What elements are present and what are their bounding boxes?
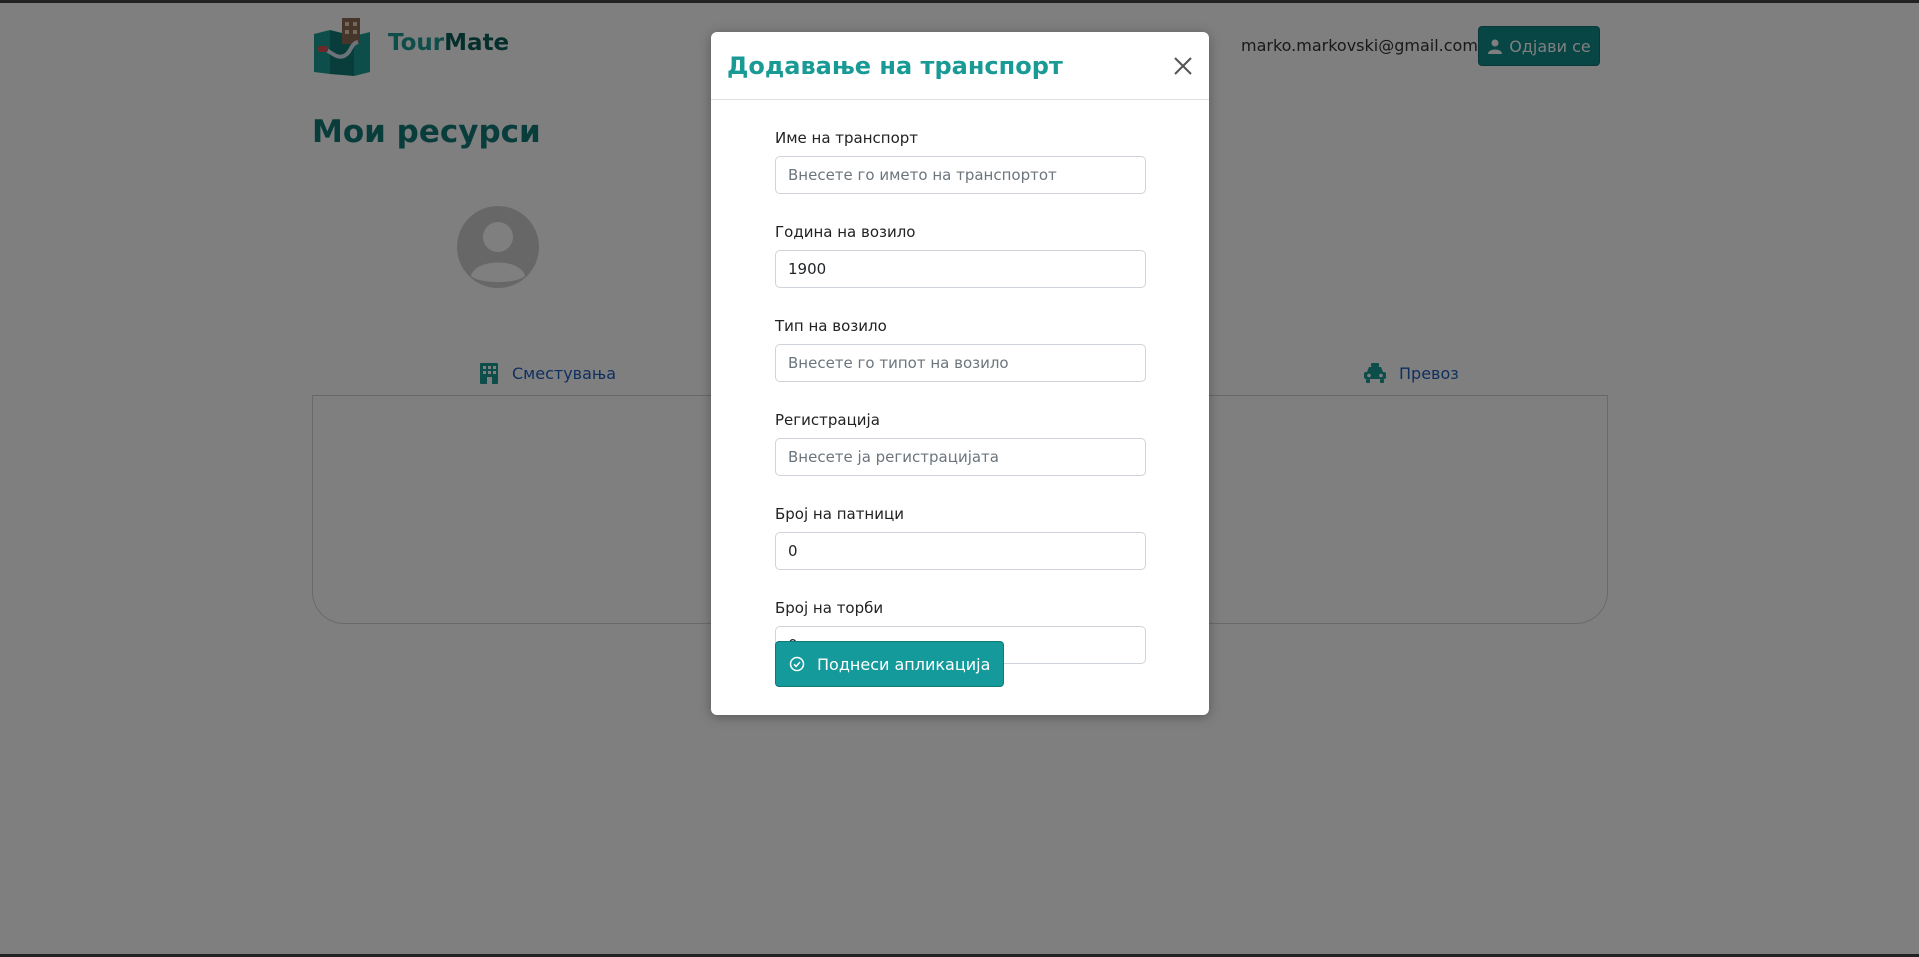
vehicle-year-label: Година на возило xyxy=(775,223,916,241)
field-registration: Регистрација xyxy=(775,410,1147,476)
field-vehicle-type: Тип на возило xyxy=(775,316,1147,382)
transport-name-input[interactable] xyxy=(775,156,1146,194)
registration-input[interactable] xyxy=(775,438,1146,476)
vehicle-type-input[interactable] xyxy=(775,344,1146,382)
submit-button[interactable]: Поднеси апликација xyxy=(775,641,1004,687)
field-transport-name: Име на транспорт xyxy=(775,128,1147,194)
passengers-input[interactable] xyxy=(775,532,1146,570)
modal-header: Додавање на транспорт xyxy=(711,32,1209,100)
field-passengers: Број на патници xyxy=(775,504,1147,570)
modal-title: Додавање на транспорт xyxy=(727,52,1063,80)
submit-label: Поднеси апликација xyxy=(817,654,991,674)
transport-form: Име на транспорт Година на возило Тип на… xyxy=(775,128,1147,664)
transport-name-label: Име на транспорт xyxy=(775,129,919,147)
passengers-label: Број на патници xyxy=(775,505,904,523)
page: TourMate marko.markovski@gmail.com Одјав… xyxy=(0,0,1919,957)
add-transport-modal: Додавање на транспорт Име на транспорт Г… xyxy=(711,32,1209,715)
field-vehicle-year: Година на возило xyxy=(775,222,1147,288)
vehicle-year-input[interactable] xyxy=(775,250,1146,288)
check-circle-icon xyxy=(789,656,805,672)
vehicle-type-label: Тип на возило xyxy=(775,317,887,335)
close-button[interactable] xyxy=(1169,52,1197,80)
bags-label: Број на торби xyxy=(775,599,884,617)
registration-label: Регистрација xyxy=(775,411,880,429)
close-icon xyxy=(1174,57,1192,75)
